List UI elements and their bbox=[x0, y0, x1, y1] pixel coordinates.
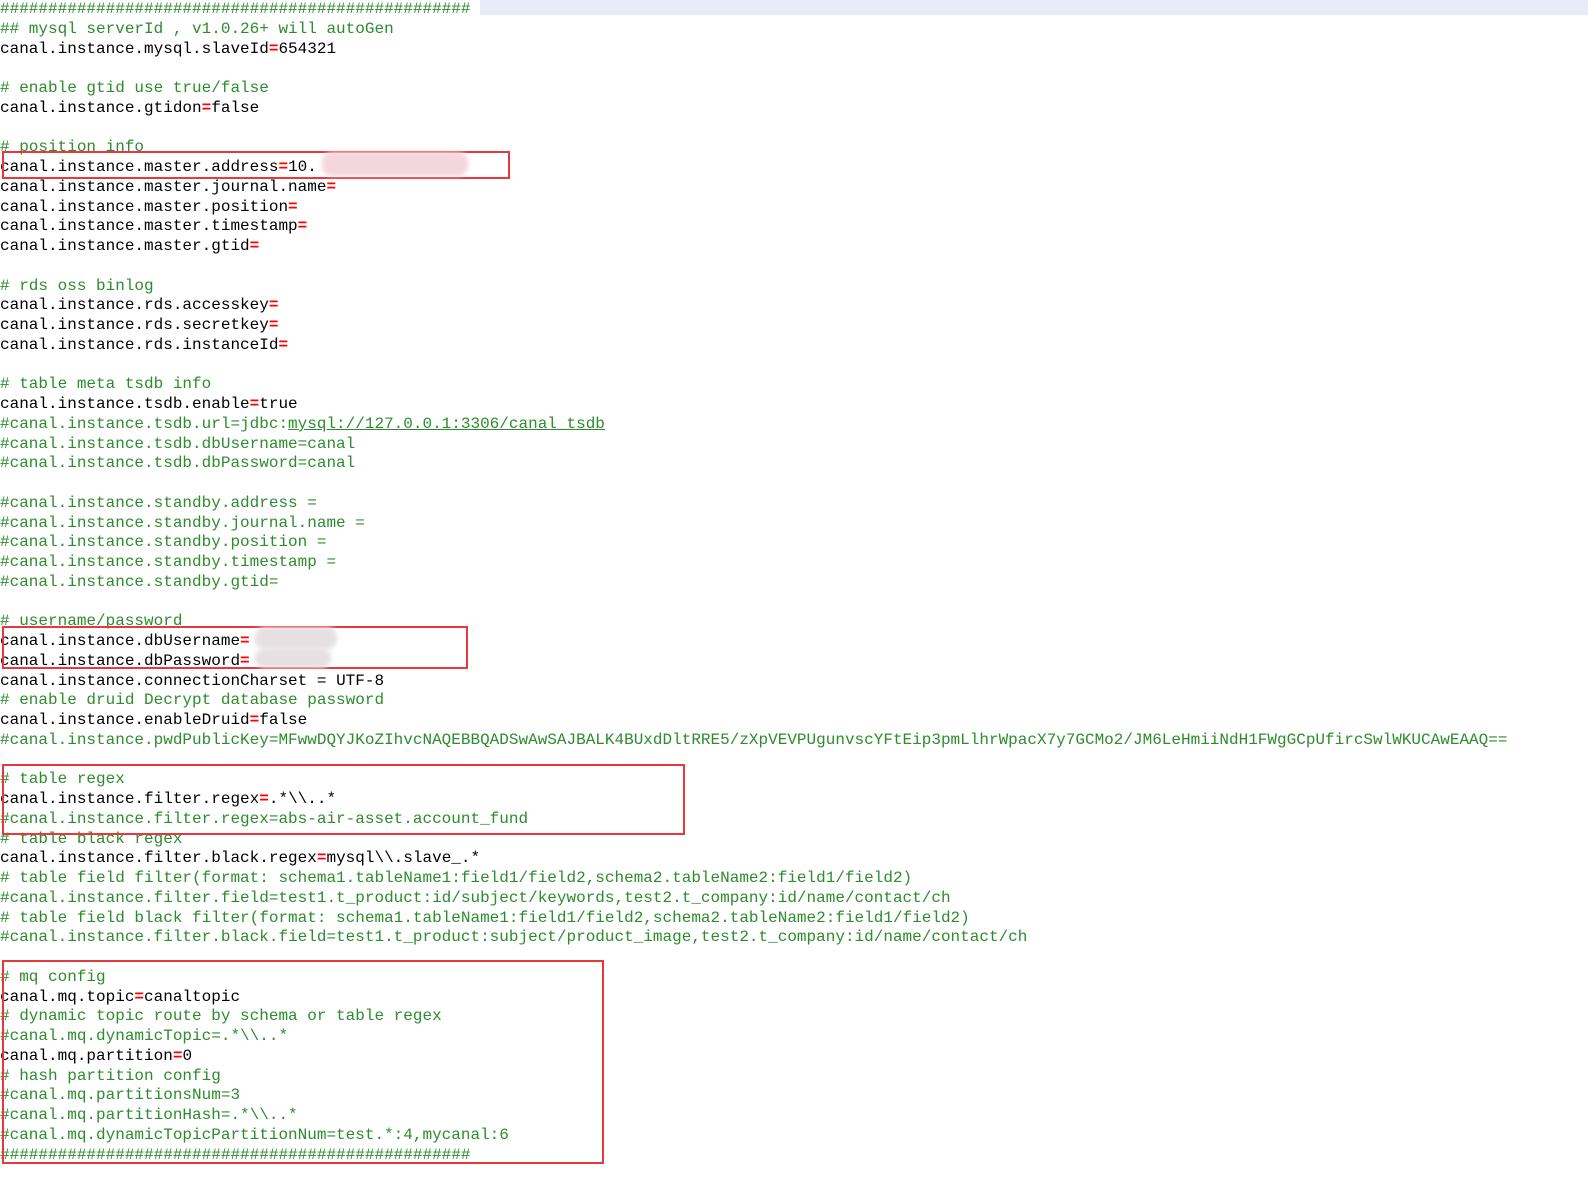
comment-line: #canal.instance.tsdb.url=jdbc:mysql://12… bbox=[0, 415, 1588, 435]
equals-sign: = bbox=[268, 39, 279, 58]
comment-line: # enable gtid use true/false bbox=[0, 79, 269, 97]
comment-line: #canal.instance.standby.timestamp = bbox=[0, 553, 337, 571]
comment-line: #canal.instance.tsdb.dbPassword=canal bbox=[0, 454, 356, 473]
comment-line: # table meta tsdb info bbox=[0, 375, 212, 394]
property-line: canal.instance.gtidon=false bbox=[0, 99, 1588, 119]
comment-line: #canal.instance.pwdPublicKey=MFwwDQYJKoZ… bbox=[0, 730, 1508, 749]
property-value: 654321 bbox=[278, 39, 337, 58]
comment-line: #canal.instance.tsdb.dbUsername=canal bbox=[0, 434, 356, 453]
equals-sign: = bbox=[288, 197, 298, 216]
comment-line: ## mysql serverId , v1.0.26+ will autoGe… bbox=[0, 19, 394, 38]
redacted-password bbox=[255, 648, 331, 668]
comment-line: ########################################… bbox=[0, 0, 471, 18]
property-key: canal.instance.rds.accesskey bbox=[0, 296, 269, 315]
highlight-box-mq-config bbox=[2, 960, 604, 1164]
equals-sign: = bbox=[297, 217, 308, 236]
equals-sign: = bbox=[268, 316, 279, 334]
property-value: mysql\\.slave_.* bbox=[326, 849, 481, 868]
property-value: false bbox=[211, 98, 260, 117]
highlight-box-credentials bbox=[2, 626, 468, 669]
property-key: canal.instance.rds.instanceId bbox=[0, 335, 279, 354]
property-line: canal.instance.enableDruid=false bbox=[0, 711, 1588, 731]
equals-sign: = bbox=[268, 296, 279, 315]
comment-link[interactable]: mysql://127.0.0.1:3306/canal_tsdb bbox=[288, 415, 605, 433]
property-line: canal.instance.master.gtid= bbox=[0, 237, 1588, 257]
property-value: false bbox=[259, 711, 308, 729]
property-line: canal.instance.rds.accesskey= bbox=[0, 296, 1588, 316]
equals-sign: = bbox=[249, 395, 260, 413]
property-line: canal.instance.connectionCharset = UTF-8 bbox=[0, 672, 1588, 692]
comment-line: # rds oss binlog bbox=[0, 276, 154, 295]
property-key: canal.instance.tsdb.enable bbox=[0, 395, 250, 413]
property-line: canal.instance.mysql.slaveId=654321 bbox=[0, 40, 1588, 60]
property-key: canal.instance.rds.secretkey bbox=[0, 316, 269, 334]
property-line: canal.instance.master.timestamp= bbox=[0, 217, 1588, 237]
property-key: canal.instance.master.journal.name bbox=[0, 177, 327, 196]
property-line: canal.instance.master.position= bbox=[0, 198, 1588, 218]
equals-sign: = bbox=[249, 711, 260, 729]
equals-sign: = bbox=[249, 237, 260, 255]
comment-line: #canal.instance.filter.black.field=test1… bbox=[0, 928, 1028, 947]
comment-line: # enable druid Decrypt database password bbox=[0, 691, 385, 710]
property-line: canal.instance.master.journal.name= bbox=[0, 178, 1588, 198]
code-editor[interactable]: ########################################… bbox=[0, 0, 1588, 1193]
equals-sign: = bbox=[278, 335, 289, 354]
property-value: true bbox=[259, 395, 298, 413]
property-line: canal.instance.rds.instanceId= bbox=[0, 336, 1588, 356]
property-value: UTF-8 bbox=[326, 671, 385, 690]
property-key: canal.instance.master.position bbox=[0, 197, 289, 216]
property-key: canal.instance.master.gtid bbox=[0, 237, 250, 255]
comment-text: #canal.instance.tsdb.url=jdbc: bbox=[0, 414, 289, 433]
equals-sign: = bbox=[326, 177, 337, 196]
comment-line: #canal.instance.standby.address = bbox=[0, 493, 317, 512]
redacted-address bbox=[322, 152, 468, 176]
property-line: canal.instance.filter.black.regex=mysql\… bbox=[0, 849, 1588, 869]
property-key: canal.instance.connectionCharset bbox=[0, 671, 317, 690]
property-key: canal.instance.master.timestamp bbox=[0, 217, 298, 236]
redacted-username bbox=[255, 627, 337, 649]
comment-line: #canal.instance.standby.gtid= bbox=[0, 572, 279, 591]
comment-line: # table field filter(format: schema1.tab… bbox=[0, 869, 913, 887]
equals-sign: = bbox=[201, 98, 212, 117]
property-key: canal.instance.enableDruid bbox=[0, 711, 250, 729]
highlight-box-table-regex bbox=[2, 764, 685, 835]
comment-line: #canal.instance.standby.journal.name = bbox=[0, 513, 365, 532]
property-key: canal.instance.mysql.slaveId bbox=[0, 39, 269, 58]
comment-line: #canal.instance.filter.field=test1.t_pro… bbox=[0, 888, 951, 907]
comment-line: # table field black filter(format: schem… bbox=[0, 908, 970, 927]
property-line: canal.instance.rds.secretkey= bbox=[0, 316, 1588, 336]
property-key: canal.instance.filter.black.regex bbox=[0, 849, 317, 868]
property-key: canal.instance.gtidon bbox=[0, 98, 202, 117]
comment-line: #canal.instance.standby.position = bbox=[0, 533, 327, 552]
property-line: canal.instance.tsdb.enable=true bbox=[0, 395, 1588, 415]
